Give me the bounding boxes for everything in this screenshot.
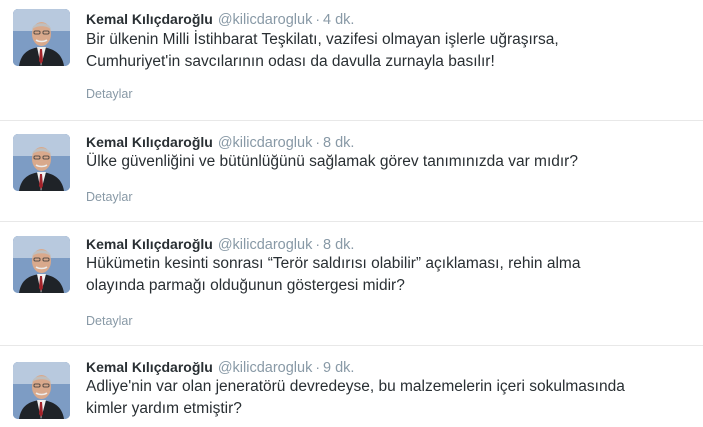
tweet-text: Bir ülkenin Milli İstihbarat Teşkilatı, … xyxy=(86,29,696,73)
tweet-timeline: Kemal Kılıçdaroğlu @kilicdarogluk · 4 dk. B… xyxy=(0,0,703,427)
tweet-timestamp[interactable]: 4 dk. xyxy=(323,12,354,28)
author-handle[interactable]: @kilicdarogluk xyxy=(218,237,313,253)
details-link[interactable]: Detaylar xyxy=(86,314,133,328)
tweet-header: Kemal Kılıçdaroğlu @kilicdarogluk · 8 dk. xyxy=(86,134,354,151)
tweet-text-line: kimler yardım etmiştir? xyxy=(86,400,242,417)
tweet-header: Kemal Kılıçdaroğlu @kilicdarogluk · 9 dk. xyxy=(86,359,354,376)
author-handle[interactable]: @kilicdarogluk xyxy=(218,135,313,151)
tweet-text: Ülke güvenliğini ve bütünlüğünü sağlamak… xyxy=(86,151,696,173)
divider xyxy=(0,120,703,121)
tweet-text-line: Bir ülkenin Milli İstihbarat Teşkilatı, … xyxy=(86,31,559,48)
tweet-text-line: Hükümetin kesinti sonrası “Terör saldırı… xyxy=(86,255,581,272)
tweet-timestamp[interactable]: 9 dk. xyxy=(323,360,354,376)
author-handle[interactable]: @kilicdarogluk xyxy=(218,12,313,28)
tweet-text: Hükümetin kesinti sonrası “Terör saldırı… xyxy=(86,253,696,297)
author-name[interactable]: Kemal Kılıçdaroğlu xyxy=(86,359,213,375)
tweet-timestamp[interactable]: 8 dk. xyxy=(323,135,354,151)
tweet-text-line: olayında parmağı olduğunun göstergesi mi… xyxy=(86,277,405,294)
meta-separator: · xyxy=(315,11,320,27)
tweet-header: Kemal Kılıçdaroğlu @kilicdarogluk · 8 dk. xyxy=(86,236,354,253)
divider xyxy=(0,221,703,222)
details-link[interactable]: Detaylar xyxy=(86,190,133,204)
meta-separator: · xyxy=(315,134,320,150)
meta-separator: · xyxy=(315,359,320,375)
tweet-text: Adliye'nin var olan jeneratörü devredeys… xyxy=(86,376,696,420)
author-name[interactable]: Kemal Kılıçdaroğlu xyxy=(86,11,213,27)
avatar[interactable] xyxy=(13,236,70,293)
avatar[interactable] xyxy=(13,9,70,66)
author-name[interactable]: Kemal Kılıçdaroğlu xyxy=(86,134,213,150)
tweet-text-line: Cumhuriyet'in savcılarının odası da davu… xyxy=(86,53,495,70)
avatar[interactable] xyxy=(13,362,70,419)
tweet-text-line: Adliye'nin var olan jeneratörü devredeys… xyxy=(86,378,625,395)
author-handle[interactable]: @kilicdarogluk xyxy=(218,360,313,376)
avatar[interactable] xyxy=(13,134,70,191)
tweet-timestamp[interactable]: 8 dk. xyxy=(323,237,354,253)
tweet-header: Kemal Kılıçdaroğlu @kilicdarogluk · 4 dk. xyxy=(86,11,354,28)
tweet-text-line: Ülke güvenliğini ve bütünlüğünü sağlamak… xyxy=(86,153,578,170)
details-link[interactable]: Detaylar xyxy=(86,87,133,101)
divider xyxy=(0,345,703,346)
author-name[interactable]: Kemal Kılıçdaroğlu xyxy=(86,236,213,252)
meta-separator: · xyxy=(315,236,320,252)
